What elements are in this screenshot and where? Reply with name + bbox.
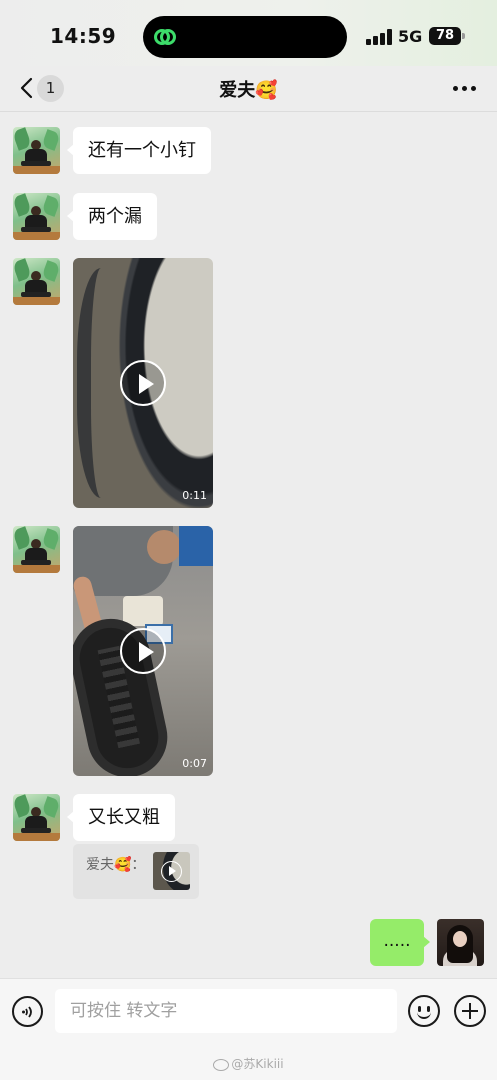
watermark: @苏Kikiii xyxy=(0,1055,497,1072)
quote-sender: 爱夫🥰： xyxy=(86,857,146,873)
my-message-bubble[interactable]: ..... xyxy=(370,919,430,966)
battery-tip xyxy=(462,33,465,39)
message-bubble[interactable]: 还有一个小钉 xyxy=(67,127,211,174)
input-bar: 可按住 转文字 @苏Kikiii xyxy=(0,978,497,1080)
battery-icon: 78 xyxy=(429,27,461,45)
status-bar: 14:59 5G 78 xyxy=(0,0,497,66)
video-message[interactable]: 0:07 xyxy=(73,526,213,776)
play-icon[interactable] xyxy=(120,628,166,674)
status-time: 14:59 xyxy=(50,24,117,48)
video-duration: 0:07 xyxy=(182,757,207,770)
contact-avatar[interactable] xyxy=(13,794,60,841)
network-type: 5G xyxy=(398,27,423,46)
contact-avatar[interactable] xyxy=(13,258,60,305)
message-bubble[interactable]: 又长又粗 xyxy=(67,794,175,841)
emoji-icon[interactable] xyxy=(408,995,440,1027)
contact-avatar[interactable] xyxy=(13,193,60,240)
dynamic-island xyxy=(143,16,347,58)
chat-title: 爱夫🥰 xyxy=(219,80,278,101)
play-icon xyxy=(161,861,182,882)
watermark-text: @苏Kikiii xyxy=(231,1057,284,1071)
contact-avatar[interactable] xyxy=(13,526,60,573)
video-message[interactable]: 0:11 xyxy=(73,258,213,508)
my-avatar[interactable] xyxy=(437,919,484,966)
contact-avatar[interactable] xyxy=(13,127,60,174)
weibo-icon xyxy=(213,1058,230,1071)
chat-header: 1 爱夫🥰 xyxy=(0,66,497,112)
quoted-message[interactable]: 爱夫🥰： xyxy=(73,844,199,899)
video-duration: 0:11 xyxy=(182,489,207,502)
voice-icon[interactable] xyxy=(12,996,43,1027)
app-logo-icon xyxy=(154,29,176,45)
plus-icon[interactable] xyxy=(454,995,486,1027)
more-icon[interactable] xyxy=(453,86,477,92)
message-bubble[interactable]: 两个漏 xyxy=(67,193,157,240)
message-input[interactable]: 可按住 转文字 xyxy=(55,989,397,1033)
play-icon[interactable] xyxy=(120,360,166,406)
quoted-video-thumbnail[interactable] xyxy=(153,852,190,890)
signal-icon xyxy=(366,29,392,45)
